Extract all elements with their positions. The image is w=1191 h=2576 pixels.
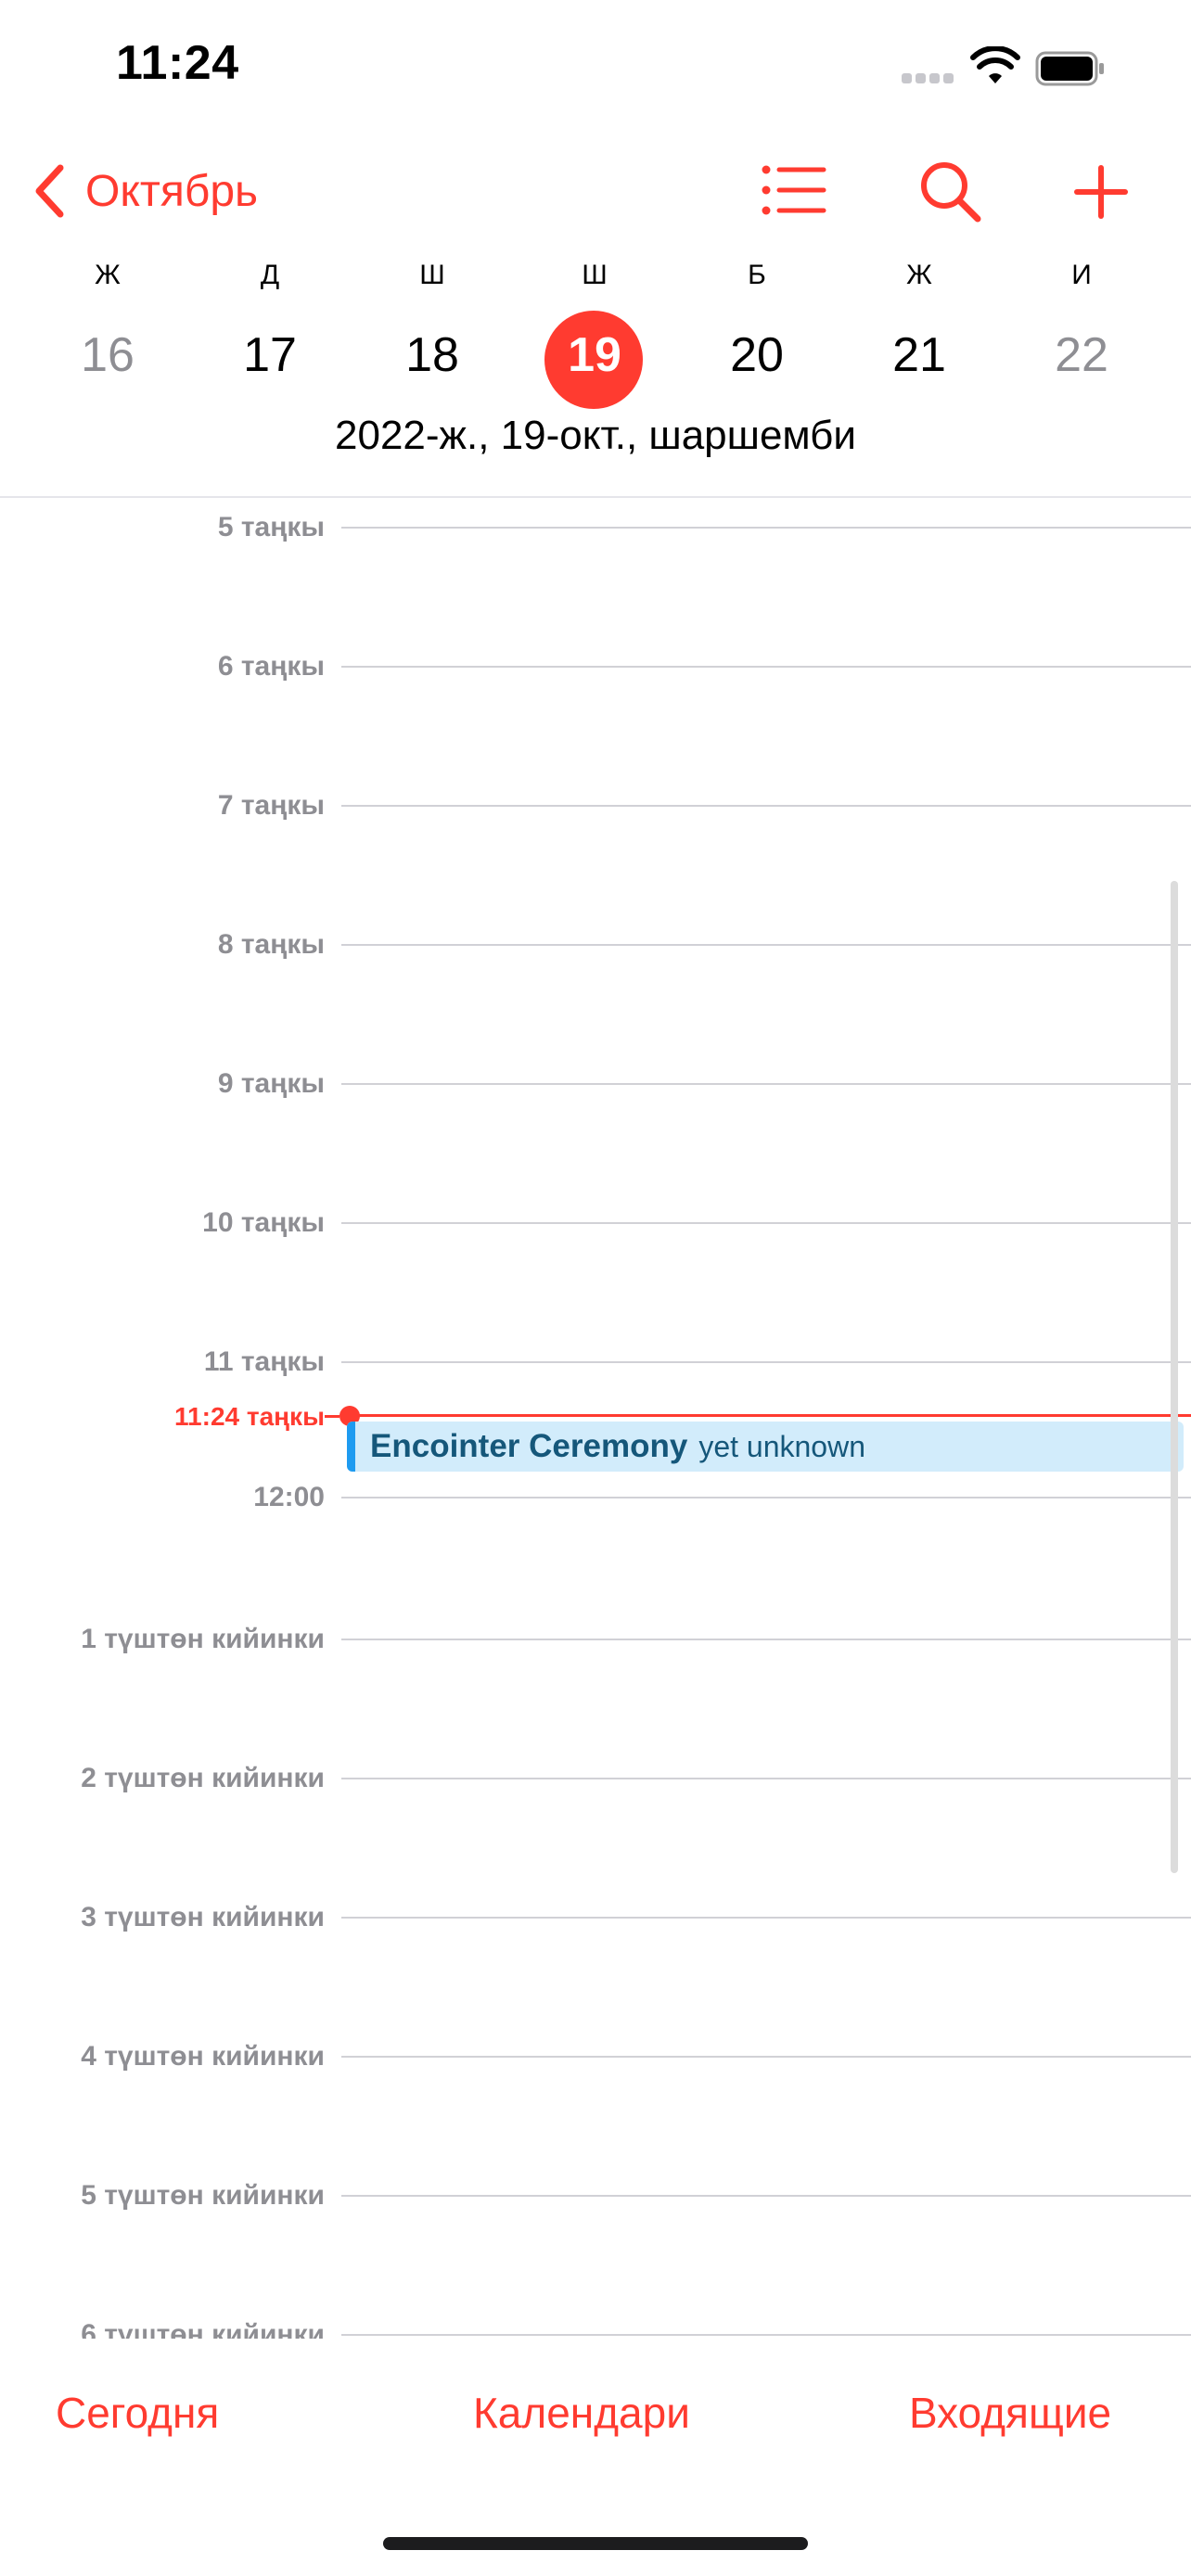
weekday-label: Ш <box>582 260 608 290</box>
hour-line <box>341 1222 1191 1224</box>
hour-line <box>341 2334 1191 2336</box>
weekday-label: И <box>1071 260 1092 290</box>
inbox-button[interactable]: Входящие <box>909 2388 1111 2438</box>
event-location: yet unknown <box>698 1429 865 1463</box>
hour-line <box>341 2195 1191 2197</box>
hour-line <box>341 1778 1191 1779</box>
weekday-label: Б <box>748 260 766 290</box>
hour-label: 11 таңкы <box>203 1346 325 1377</box>
weekday-label: Д <box>260 260 280 290</box>
hour-label: 8 таңкы <box>217 929 325 960</box>
current-time-label: 11:24 таңкы <box>174 1402 325 1431</box>
today-button[interactable]: Сегодня <box>56 2388 219 2438</box>
chevron-left-icon <box>35 164 64 218</box>
hour-line <box>341 1917 1191 1919</box>
hour-label: 10 таңкы <box>202 1207 325 1238</box>
hour-label: 7 таңкы <box>217 790 325 821</box>
home-indicator[interactable] <box>383 2537 808 2550</box>
wifi-icon <box>970 46 1020 83</box>
event-encointer-ceremony[interactable]: Encointer Ceremony yet unknown <box>347 1422 1184 1472</box>
day-21[interactable]: 21 <box>868 327 970 383</box>
weekday-label: Ш <box>419 260 445 290</box>
hour-line <box>341 805 1191 807</box>
vertical-scrollbar[interactable] <box>1171 881 1178 1873</box>
hour-line <box>341 1361 1191 1363</box>
current-time-line <box>354 1414 1191 1417</box>
hour-label: 4 түштөн кийинки <box>81 2041 325 2072</box>
hour-line <box>341 944 1191 946</box>
search-icon[interactable] <box>918 159 983 224</box>
calendars-button[interactable]: Календари <box>473 2388 690 2438</box>
weekday-label: Ж <box>95 260 121 290</box>
hour-label: 2 түштөн кийинки <box>81 1763 325 1793</box>
battery-icon <box>1035 51 1104 86</box>
hour-line <box>341 666 1191 668</box>
day-16[interactable]: 16 <box>57 327 159 383</box>
hour-label: 3 түштөн кийинки <box>81 1902 325 1932</box>
list-icon[interactable] <box>761 165 827 215</box>
day-18[interactable]: 18 <box>381 327 483 383</box>
plus-icon[interactable] <box>1073 164 1129 220</box>
current-time-tick <box>325 1415 339 1418</box>
day-20[interactable]: 20 <box>706 327 808 383</box>
selected-date-title: 2022-ж., 19-окт., шаршемби <box>335 413 856 458</box>
event-title: Encointer Ceremony <box>370 1428 688 1464</box>
hour-label: 5 таңкы <box>217 512 325 542</box>
status-time: 11:24 <box>116 36 239 90</box>
day-22[interactable]: 22 <box>1031 327 1133 383</box>
day-19-selected[interactable]: 19 <box>544 327 646 383</box>
hour-label: 6 таңкы <box>217 651 325 682</box>
hour-label: 12:00 <box>253 1482 325 1512</box>
event-color-bar <box>347 1422 355 1472</box>
hour-label: 9 таңкы <box>217 1068 325 1099</box>
header-divider <box>0 496 1191 498</box>
hour-line <box>341 2056 1191 2058</box>
back-label: Октябрь <box>85 166 259 216</box>
hour-label: 6 түштөн кийинки <box>81 2319 325 2339</box>
hour-line <box>341 1083 1191 1085</box>
day-17[interactable]: 17 <box>219 327 321 383</box>
hour-line <box>341 1639 1191 1640</box>
back-to-month-button[interactable]: Октябрь <box>33 163 258 219</box>
hour-label: 5 түштөн кийинки <box>81 2180 325 2211</box>
weekday-label: Ж <box>906 260 932 290</box>
hour-line <box>341 1497 1191 1498</box>
hour-label: 1 түштөн кийинки <box>81 1624 325 1654</box>
hour-line <box>341 527 1191 529</box>
